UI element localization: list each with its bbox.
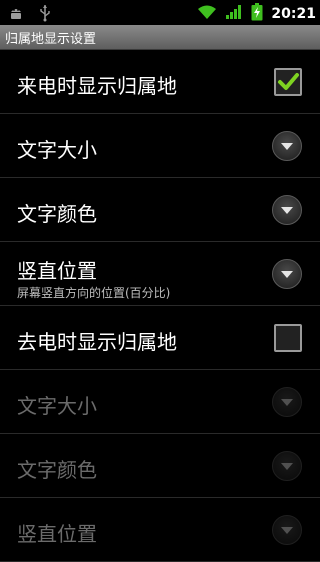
status-bar: 20:21 bbox=[0, 0, 320, 25]
usb-icon bbox=[38, 4, 52, 26]
pref-incoming-text-size[interactable]: 文字大小 bbox=[0, 114, 320, 178]
text-color-dropdown-disabled bbox=[272, 451, 302, 481]
pref-label: 文字大小 bbox=[17, 138, 97, 162]
pref-incoming-vertical-position[interactable]: 竖直位置 屏幕竖直方向的位置(百分比) bbox=[0, 242, 320, 306]
pref-outgoing-text-color: 文字颜色 bbox=[0, 434, 320, 498]
title-bar: 归属地显示设置 bbox=[0, 25, 320, 50]
signal-icon bbox=[225, 4, 243, 24]
text-color-dropdown[interactable] bbox=[272, 195, 302, 225]
chevron-down-icon bbox=[281, 399, 293, 406]
wifi-icon bbox=[197, 4, 217, 24]
chevron-down-icon bbox=[281, 463, 293, 470]
chevron-down-icon bbox=[281, 143, 293, 150]
text-size-dropdown-disabled bbox=[272, 387, 302, 417]
chevron-down-icon bbox=[281, 207, 293, 214]
pref-label: 竖直位置 bbox=[17, 259, 97, 283]
pref-label: 来电时显示归属地 bbox=[17, 74, 177, 98]
pref-summary: 屏幕竖直方向的位置(百分比) bbox=[17, 286, 171, 300]
pref-label: 去电时显示归属地 bbox=[17, 330, 177, 354]
pref-outgoing-text-size: 文字大小 bbox=[0, 370, 320, 434]
checkmark-icon bbox=[278, 73, 299, 90]
pref-incoming-show-location[interactable]: 来电时显示归属地 bbox=[0, 50, 320, 114]
pref-label: 文字大小 bbox=[17, 394, 97, 418]
preference-list: 来电时显示归属地 文字大小 文字颜色 竖直位置 屏幕竖直方向的位置(百分比) 去… bbox=[0, 50, 320, 562]
text-size-dropdown[interactable] bbox=[272, 131, 302, 161]
pref-label: 文字颜色 bbox=[17, 458, 97, 482]
outgoing-location-checkbox[interactable] bbox=[274, 324, 302, 352]
chevron-down-icon bbox=[281, 527, 293, 534]
page-title: 归属地显示设置 bbox=[5, 32, 97, 47]
pref-label: 文字颜色 bbox=[17, 202, 97, 226]
incoming-location-checkbox[interactable] bbox=[274, 68, 302, 96]
pref-outgoing-show-location[interactable]: 去电时显示归属地 bbox=[0, 306, 320, 370]
clock: 20:21 bbox=[271, 6, 316, 22]
battery-charging-icon bbox=[251, 3, 263, 25]
android-icon bbox=[8, 5, 24, 25]
pref-outgoing-vertical-position: 竖直位置 bbox=[0, 498, 320, 562]
vertical-position-dropdown[interactable] bbox=[272, 259, 302, 289]
vertical-position-dropdown-disabled bbox=[272, 515, 302, 545]
chevron-down-icon bbox=[281, 271, 293, 278]
pref-incoming-text-color[interactable]: 文字颜色 bbox=[0, 178, 320, 242]
